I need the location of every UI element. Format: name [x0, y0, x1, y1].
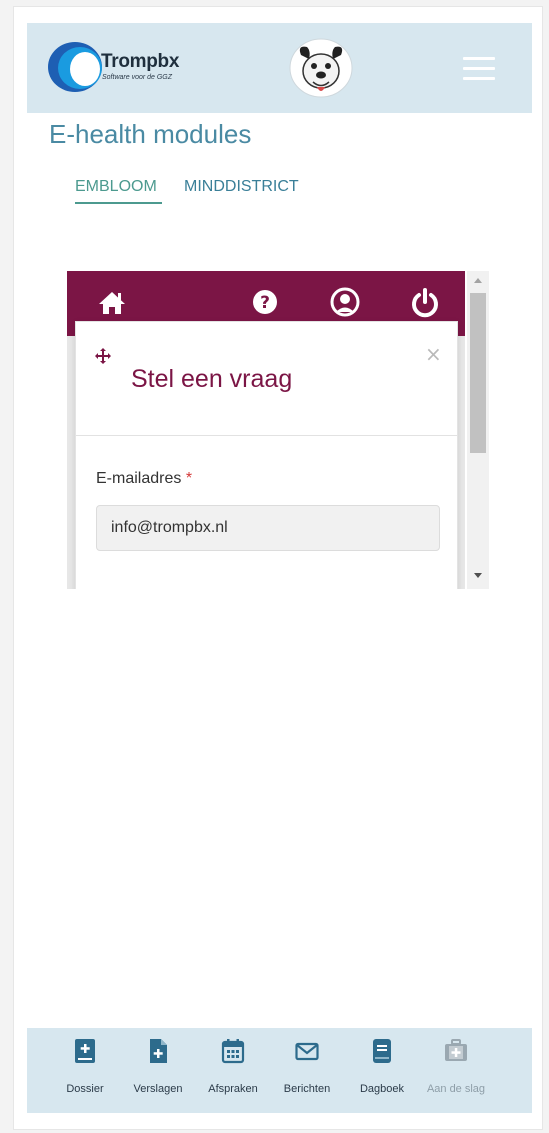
user-icon[interactable] — [328, 285, 362, 319]
nav-dossier[interactable]: Dossier — [48, 1038, 122, 1108]
page-title: E-health modules — [49, 119, 252, 149]
logo-subtitle: Software voor de GGZ — [102, 74, 173, 81]
dossier-icon — [75, 1039, 95, 1063]
nav-label-aan-de-slag: Aan de slag — [426, 1083, 486, 1095]
modal-title: Stel een vraag — [131, 365, 293, 393]
tab-minddistrict[interactable]: MINDDISTRICT — [184, 178, 299, 196]
calendar-icon — [221, 1039, 245, 1064]
nav-dagboek[interactable]: Dagboek — [345, 1038, 419, 1108]
nav-berichten[interactable]: Berichten — [270, 1038, 344, 1108]
header: Trompbx Software voor de GGZ — [27, 23, 532, 113]
nav-afspraken[interactable]: Afspraken — [196, 1038, 270, 1108]
nav-aan-de-slag[interactable]: Aan de slag — [419, 1038, 493, 1108]
email-field[interactable] — [96, 505, 440, 551]
email-label-text: E-mailadres — [96, 470, 182, 487]
verslagen-icon — [150, 1039, 167, 1063]
embloom-iframe[interactable]: ? × Stel een vraag E-mailadres * — [67, 271, 489, 589]
logo[interactable]: Trompbx Software voor de GGZ — [47, 41, 197, 93]
active-tab-indicator — [75, 202, 162, 204]
iframe-scrollbar[interactable] — [467, 271, 489, 589]
help-icon[interactable]: ? — [248, 285, 282, 319]
logo-title: Trompbx — [101, 51, 180, 72]
envelope-icon — [295, 1042, 319, 1061]
scroll-thumb[interactable] — [470, 293, 486, 453]
scroll-down-arrow-icon[interactable] — [472, 568, 484, 582]
iframe-backdrop-left — [67, 336, 75, 589]
hamburger-icon[interactable] — [463, 57, 495, 81]
nav-verslagen[interactable]: Verslagen — [121, 1038, 195, 1108]
bottom-navigation: Dossier Verslagen Afspraken Berichten Da… — [27, 1028, 532, 1113]
tab-embloom[interactable]: EMBLOOM — [75, 178, 157, 196]
diary-icon — [373, 1039, 391, 1063]
power-icon[interactable] — [408, 285, 442, 319]
ask-question-modal: × Stel een vraag E-mailadres * — [75, 321, 458, 589]
scroll-up-arrow-icon[interactable] — [472, 274, 484, 288]
close-icon[interactable]: × — [425, 342, 442, 366]
email-label: E-mailadres * — [96, 470, 192, 488]
move-icon[interactable] — [94, 347, 112, 365]
logo-mark-icon — [48, 42, 102, 92]
dog-mascot-icon — [289, 38, 353, 98]
required-marker: * — [185, 470, 193, 487]
app-container: Trompbx Software voor de GGZ E-health mo… — [27, 23, 532, 1113]
modal-divider — [76, 435, 457, 436]
svg-text:?: ? — [260, 293, 270, 313]
iframe-backdrop-right — [458, 336, 465, 589]
first-aid-icon — [445, 1039, 467, 1061]
home-icon[interactable] — [95, 285, 129, 319]
